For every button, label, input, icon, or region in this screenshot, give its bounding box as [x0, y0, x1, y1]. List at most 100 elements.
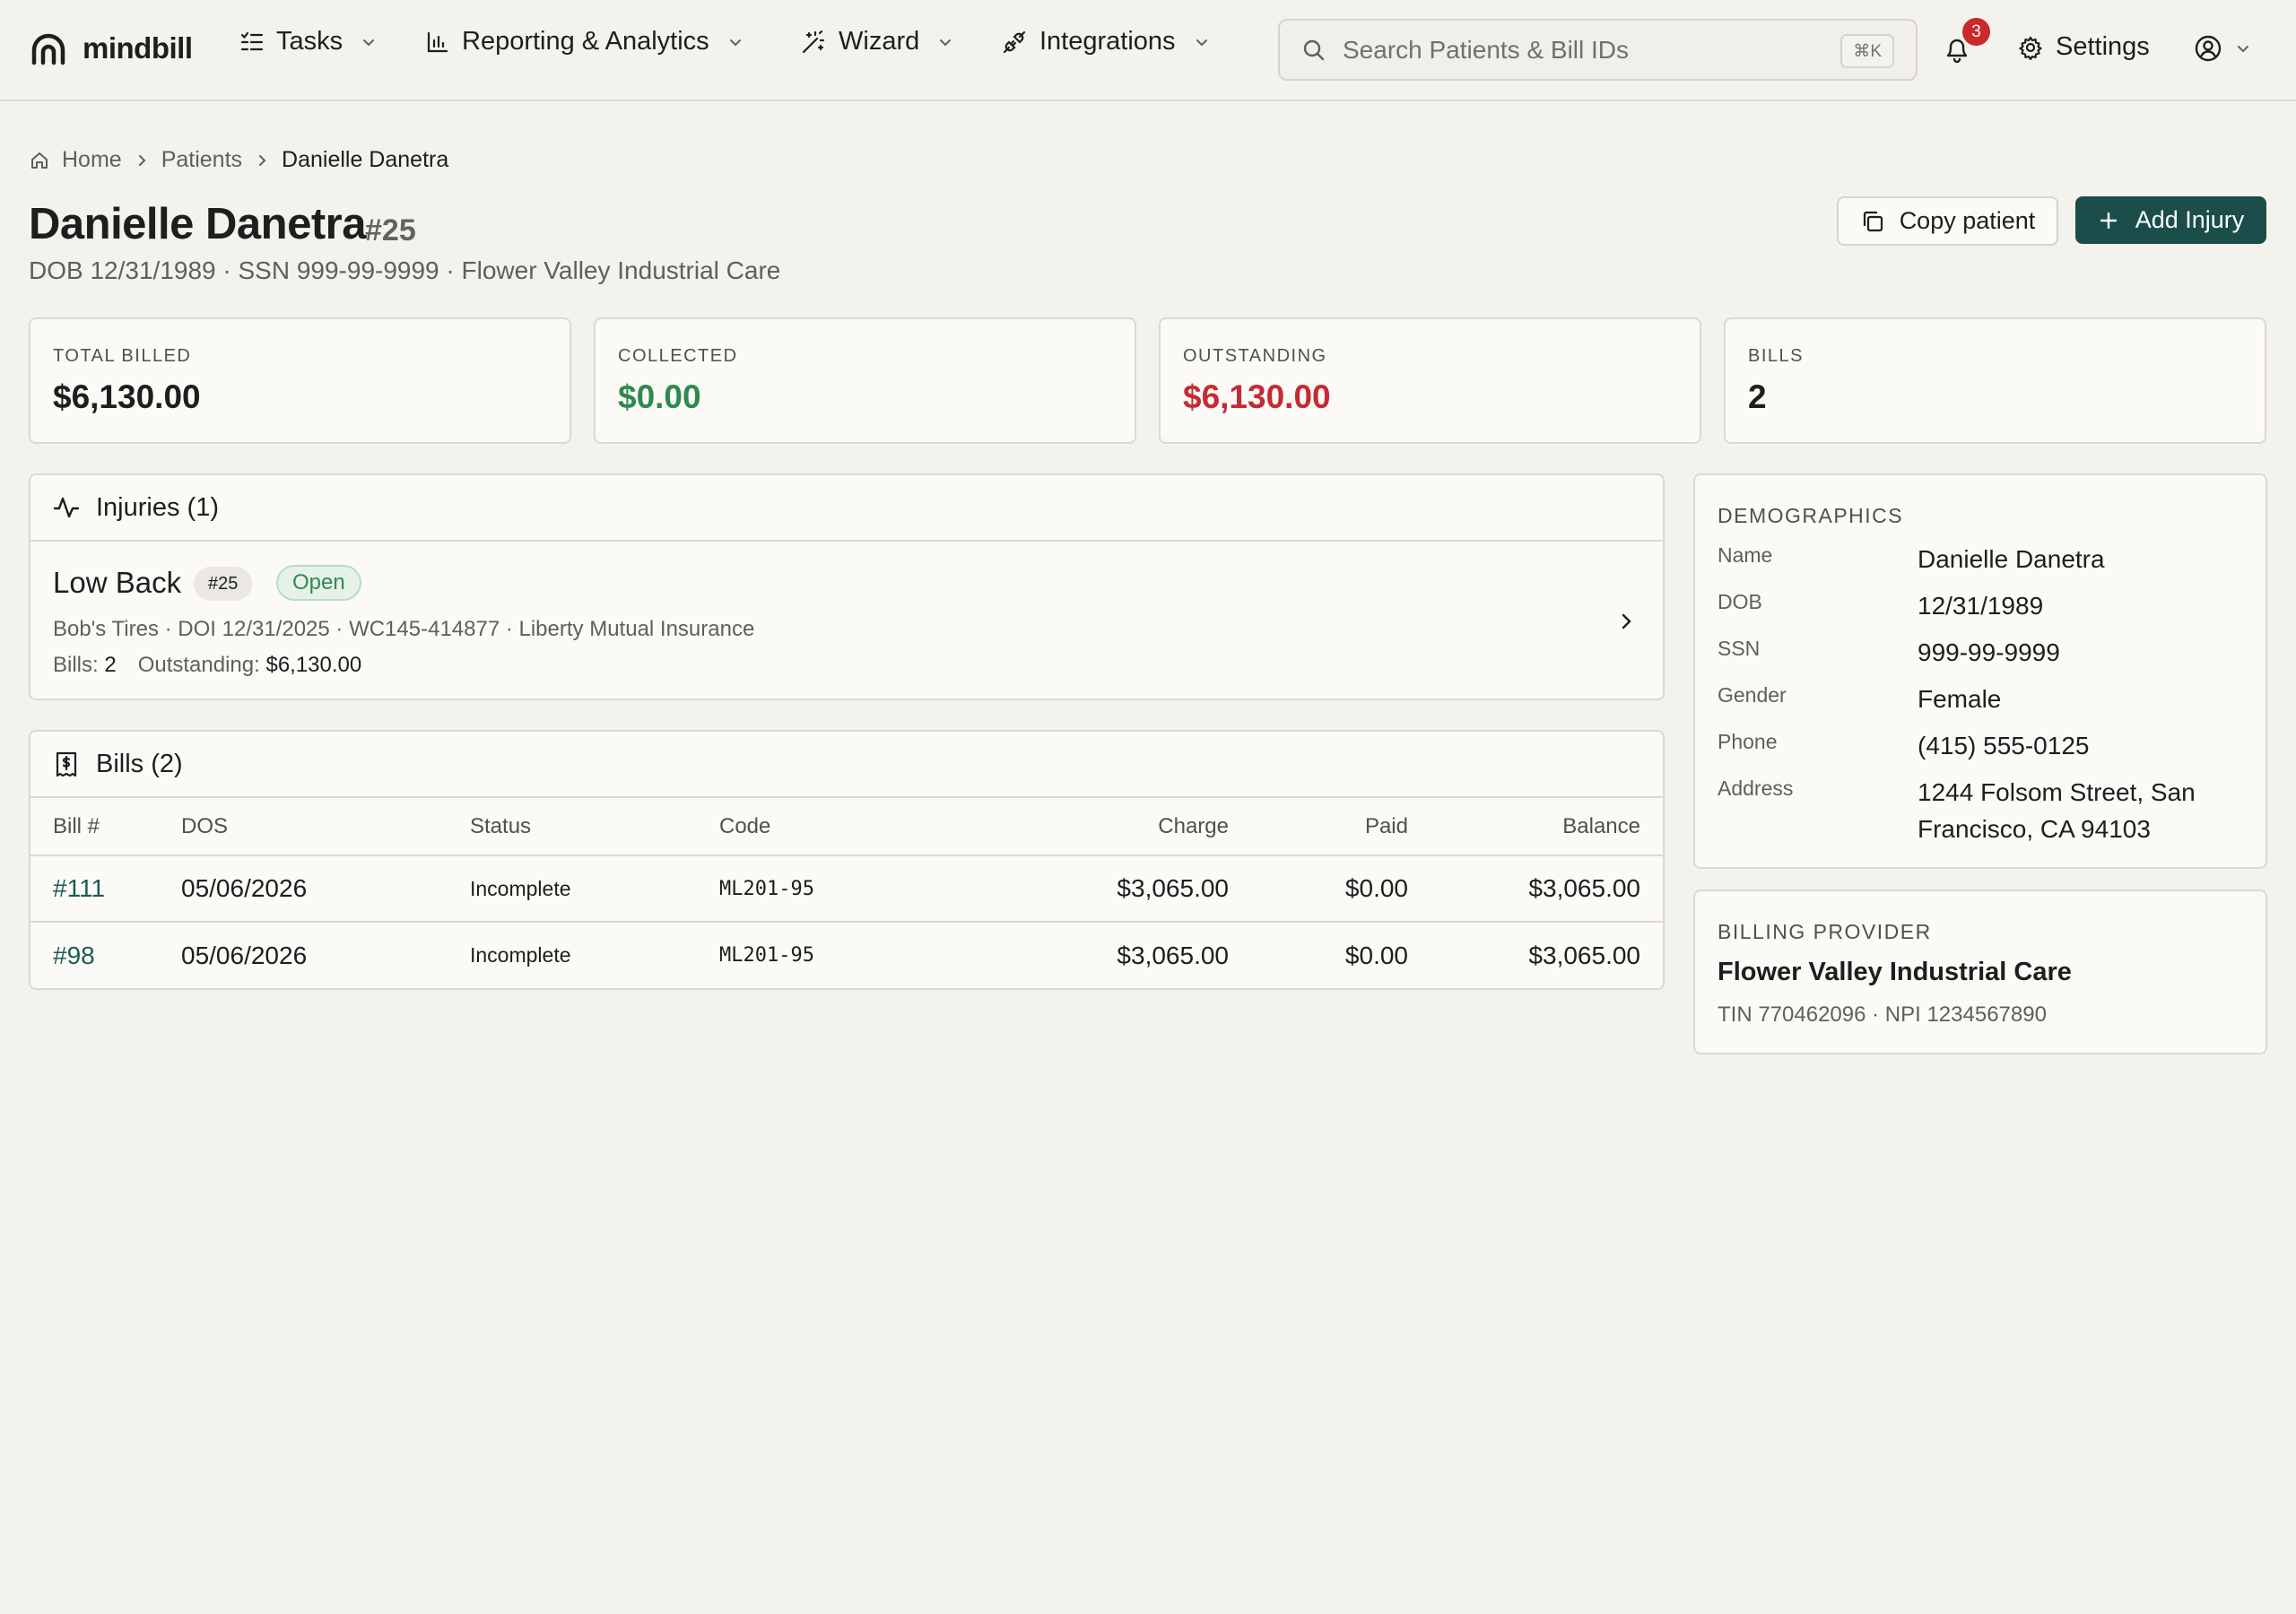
stat-label: BILLS — [1748, 346, 1804, 366]
breadcrumb-current: Danielle Danetra — [282, 147, 449, 172]
demographics-label: DOB — [1718, 590, 1762, 613]
bill-link[interactable]: #98 — [53, 941, 95, 969]
bill-balance: $3,065.00 — [1408, 855, 1663, 923]
chevron-down-icon — [727, 34, 744, 50]
nav-integrations[interactable]: Integrations — [1002, 27, 1210, 56]
nav-integrations-label: Integrations — [1039, 27, 1176, 56]
injuries-panel: Injuries (1) Low Back #25 Open Bob's Tir… — [29, 473, 1665, 700]
stat-card-collected: COLLECTED $0.00 — [594, 317, 1136, 444]
settings-button[interactable]: Settings — [2018, 32, 2150, 62]
search-icon — [1301, 38, 1326, 63]
breadcrumb-patients[interactable]: Patients — [161, 147, 242, 173]
demographics-title: DEMOGRAPHICS — [1718, 504, 1904, 527]
bill-code: ML201-95 — [719, 855, 899, 923]
top-navigation: mindbill Tasks Reporting & Analytics Wiz… — [0, 0, 2296, 101]
table-row[interactable]: #98 05/06/2026 Incomplete ML201-95 $3,06… — [30, 922, 1663, 988]
stat-card-total-billed: TOTAL BILLED $6,130.00 — [29, 317, 571, 444]
demographics-value: 999-99-9999 — [1918, 638, 2060, 666]
patient-id: #25 — [365, 213, 416, 247]
column-header[interactable]: Status — [470, 798, 719, 856]
brand-name: mindbill — [83, 31, 193, 65]
injuries-title: Injuries (1) — [96, 492, 219, 522]
injury-outstanding: Outstanding: $6,130.00 — [138, 653, 362, 678]
table-row[interactable]: #111 05/06/2026 Incomplete ML201-95 $3,0… — [30, 855, 1663, 923]
logo-icon — [30, 30, 66, 66]
search-bar[interactable]: ⌘K — [1278, 19, 1918, 81]
home-icon — [30, 151, 49, 170]
receipt-icon — [53, 751, 80, 777]
bill-code: ML201-95 — [719, 944, 814, 967]
plug-icon — [1002, 30, 1027, 55]
chevron-down-icon — [1194, 34, 1210, 50]
chevron-right-icon — [1616, 612, 1636, 631]
nav-wizard[interactable]: Wizard — [801, 27, 953, 56]
demographics-label: SSN — [1718, 637, 1761, 660]
copy-patient-button[interactable]: Copy patient — [1837, 196, 2058, 246]
stat-value: $0.00 — [618, 378, 701, 415]
bills-panel: Bills (2) Bill # DOS Status Code Charge … — [29, 730, 1665, 990]
bill-paid: $0.00 — [1344, 941, 1408, 969]
demographics-value: (415) 555-0125 — [1918, 732, 2090, 759]
bills-title: Bills (2) — [96, 749, 183, 778]
nav-reporting-label: Reporting & Analytics — [462, 27, 709, 56]
chevron-right-icon — [255, 153, 269, 168]
add-injury-label: Add Injury — [2135, 206, 2245, 233]
search-input[interactable] — [1343, 35, 1827, 65]
gear-icon — [2018, 35, 2043, 60]
chevron-down-icon — [2235, 40, 2251, 56]
injury-meta: Bob's Tires · DOI 12/31/2025 · WC145-414… — [53, 617, 755, 641]
nav-tasks[interactable]: Tasks — [240, 27, 377, 56]
user-menu[interactable] — [2194, 34, 2251, 63]
bill-balance: $3,065.00 — [1528, 941, 1640, 969]
demographics-value: Female — [1918, 685, 2002, 713]
copy-patient-label: Copy patient — [1899, 207, 2036, 234]
bill-charge: $3,065.00 — [899, 855, 1229, 923]
billing-provider-meta: TIN 770462096 · NPI 1234567890 — [1718, 1002, 2047, 1027]
bill-link[interactable]: #111 — [53, 874, 105, 902]
demographics-value: Danielle Danetra — [1918, 545, 2105, 573]
demographics-value: 12/31/1989 — [1918, 592, 2044, 620]
injury-row[interactable]: Low Back #25 Open Bob's Tires · DOI 12/3… — [30, 542, 1663, 699]
status-badge: Open — [276, 565, 361, 601]
billing-provider-title: BILLING PROVIDER — [1718, 920, 1932, 943]
billing-provider-panel: BILLING PROVIDER Flower Valley Industria… — [1693, 889, 2267, 1054]
stat-card-bills: BILLS 2 — [1724, 317, 2266, 444]
chevron-down-icon — [361, 34, 377, 50]
bill-dos: 05/06/2026 — [181, 855, 470, 923]
column-header[interactable]: Bill # — [30, 798, 181, 856]
table-header-row: Bill # DOS Status Code Charge Paid Balan… — [30, 798, 1663, 856]
breadcrumb-home[interactable]: Home — [62, 147, 122, 173]
injury-bills: Bills: 2 — [53, 653, 117, 678]
column-header[interactable]: Balance — [1408, 798, 1663, 856]
stat-label: COLLECTED — [618, 346, 738, 366]
demographics-label: Phone — [1718, 730, 1778, 753]
stat-label: OUTSTANDING — [1183, 346, 1327, 366]
injuries-header: Injuries (1) — [30, 475, 1663, 542]
column-header[interactable]: DOS — [181, 798, 470, 856]
brand-logo[interactable]: mindbill — [30, 30, 193, 66]
nav-reporting[interactable]: Reporting & Analytics — [426, 27, 744, 56]
stat-value: 2 — [1748, 378, 1767, 415]
stat-card-outstanding: OUTSTANDING $6,130.00 — [1159, 317, 1701, 444]
demographics-label: Gender — [1718, 683, 1787, 707]
nav-wizard-label: Wizard — [839, 27, 920, 56]
column-header[interactable]: Charge — [899, 798, 1229, 856]
bill-dos: 05/06/2026 — [181, 941, 308, 969]
column-header[interactable]: Code — [719, 798, 899, 856]
bar-chart-icon — [426, 30, 449, 54]
bill-paid: $0.00 — [1229, 855, 1408, 923]
wand-icon — [801, 30, 826, 55]
bill-status: Incomplete — [470, 855, 719, 923]
activity-icon — [53, 494, 80, 521]
add-injury-button[interactable]: Add Injury — [2075, 196, 2266, 244]
plus-icon — [2098, 210, 2119, 231]
injury-id-badge: #25 — [194, 567, 253, 601]
column-header[interactable]: Paid — [1229, 798, 1408, 856]
injury-outstanding-label: Outstanding: — [137, 653, 260, 677]
demographics-panel: DEMOGRAPHICS Name Danielle Danetra DOB 1… — [1693, 473, 2267, 869]
demographics-label: Name — [1718, 543, 1773, 567]
injury-bills-label: Bills: — [53, 653, 99, 677]
bills-table: Bill # DOS Status Code Charge Paid Balan… — [30, 798, 1663, 988]
stat-value: $6,130.00 — [53, 378, 201, 415]
notification-count-badge: 3 — [1962, 18, 1990, 46]
